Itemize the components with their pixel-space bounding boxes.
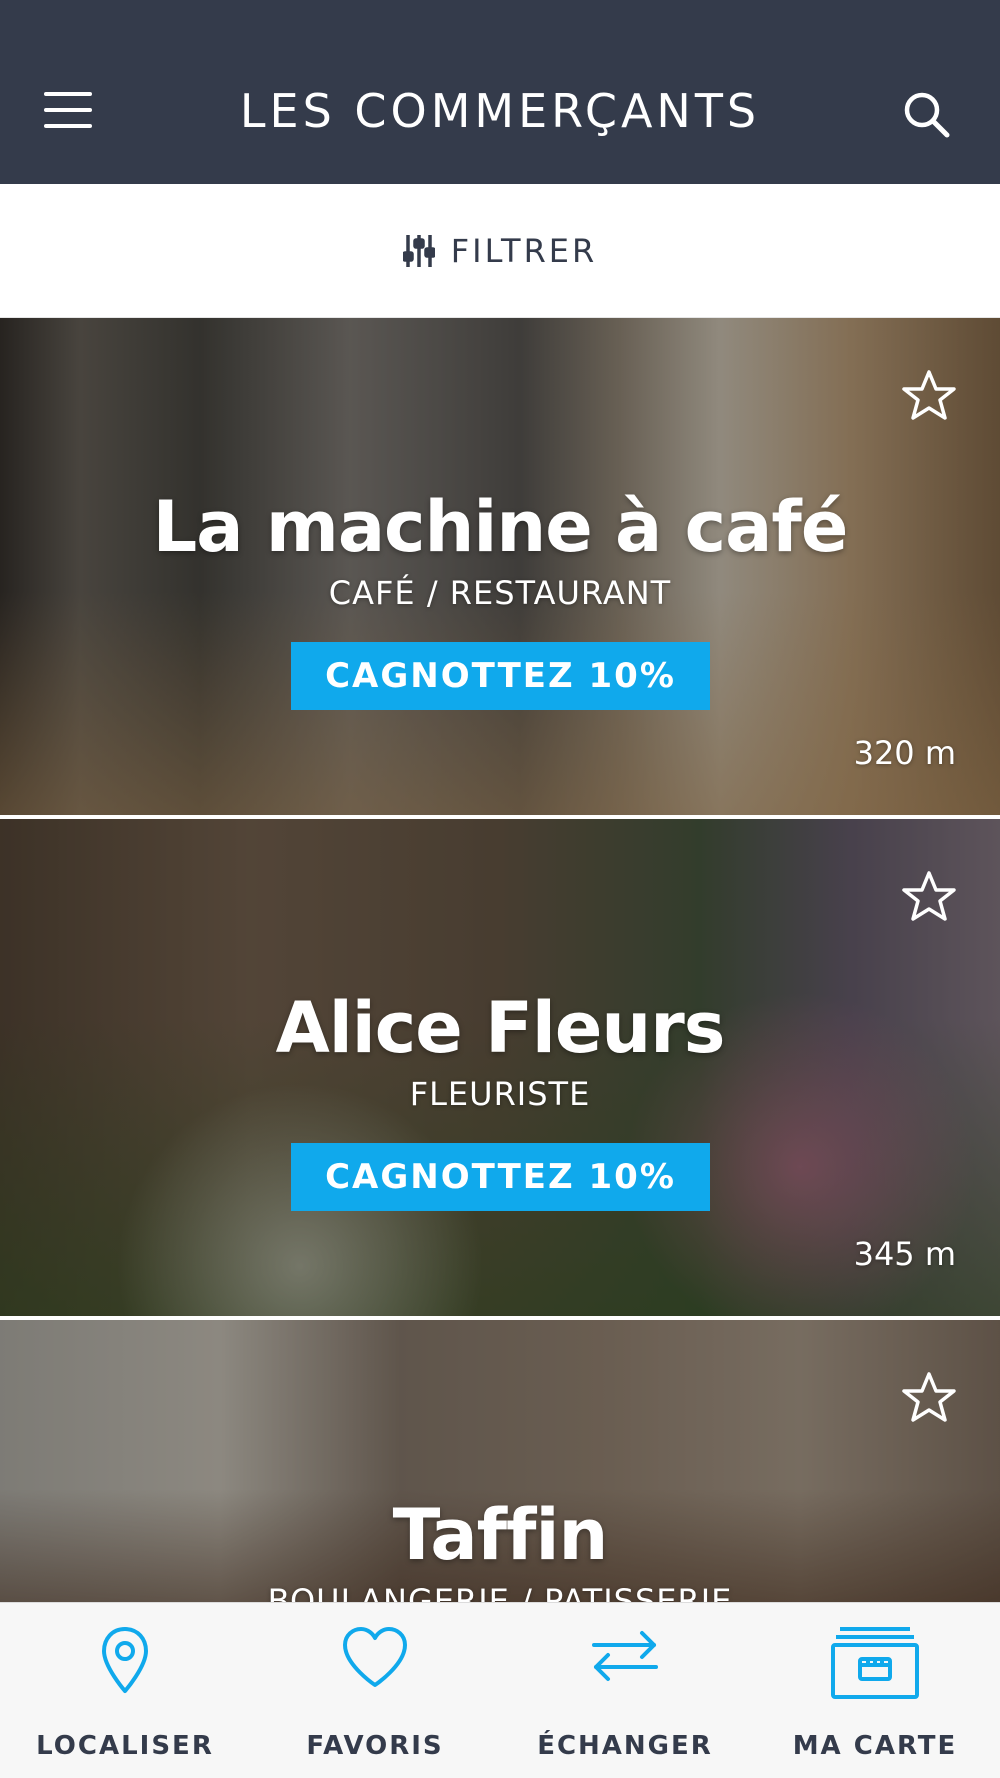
shop-name: Taffin: [392, 1494, 609, 1576]
star-outline-icon: [902, 370, 956, 420]
cashback-badge: CAGNOTTEZ 10%: [291, 642, 710, 710]
map-pin-icon: [102, 1627, 148, 1693]
shop-card[interactable]: La machine à café CAFÉ / RESTAURANT CAGN…: [0, 318, 1000, 815]
favorite-button[interactable]: [900, 869, 958, 925]
nav-label: MA CARTE: [792, 1731, 958, 1761]
shop-name: Alice Fleurs: [275, 987, 726, 1069]
nav-icon-wrap: [500, 1625, 750, 1705]
shop-category: FLEURISTE: [409, 1075, 591, 1113]
shop-card[interactable]: Alice Fleurs FLEURISTE CAGNOTTEZ 10% 345…: [0, 819, 1000, 1316]
exchange-arrows-icon: [592, 1631, 658, 1681]
cashback-badge: CAGNOTTEZ 10%: [291, 1143, 710, 1211]
shop-distance: 320 m: [853, 734, 956, 772]
nav-label: FAVORIS: [306, 1731, 444, 1761]
nav-echanger[interactable]: ÉCHANGER: [500, 1603, 750, 1778]
nav-favoris[interactable]: FAVORIS: [250, 1603, 500, 1778]
filter-button[interactable]: FILTRER: [0, 184, 1000, 318]
star-outline-icon: [902, 1372, 956, 1422]
favorite-button[interactable]: [900, 1370, 958, 1426]
nav-icon-wrap: [750, 1625, 1000, 1705]
nav-label: ÉCHANGER: [537, 1731, 713, 1761]
nav-ma-carte[interactable]: MA CARTE: [750, 1603, 1000, 1778]
shop-distance: 345 m: [853, 1235, 956, 1273]
search-icon: [904, 92, 950, 138]
shop-category: BOULANGERIE / PATISSERIE: [267, 1582, 733, 1602]
shop-category: CAFÉ / RESTAURANT: [328, 574, 672, 612]
nav-localiser[interactable]: LOCALISER: [0, 1603, 250, 1778]
nav-icon-wrap: [0, 1625, 250, 1705]
favorite-button[interactable]: [900, 368, 958, 424]
shop-card[interactable]: Taffin BOULANGERIE / PATISSERIE: [0, 1320, 1000, 1602]
filter-label: FILTRER: [450, 231, 598, 270]
heart-icon: [343, 1627, 407, 1687]
card-shop-icon: [831, 1627, 919, 1699]
search-button[interactable]: [900, 88, 954, 142]
app-header: LES COMMERÇANTS: [0, 0, 1000, 184]
bottom-navigation: LOCALISER FAVORIS ÉCHANGER MA CARTE: [0, 1602, 1000, 1778]
nav-icon-wrap: [250, 1625, 500, 1705]
nav-label: LOCALISER: [36, 1731, 214, 1761]
star-outline-icon: [902, 871, 956, 921]
sliders-icon: [402, 234, 435, 267]
page-title: LES COMMERÇANTS: [239, 84, 761, 138]
shop-name: La machine à café: [152, 486, 849, 568]
